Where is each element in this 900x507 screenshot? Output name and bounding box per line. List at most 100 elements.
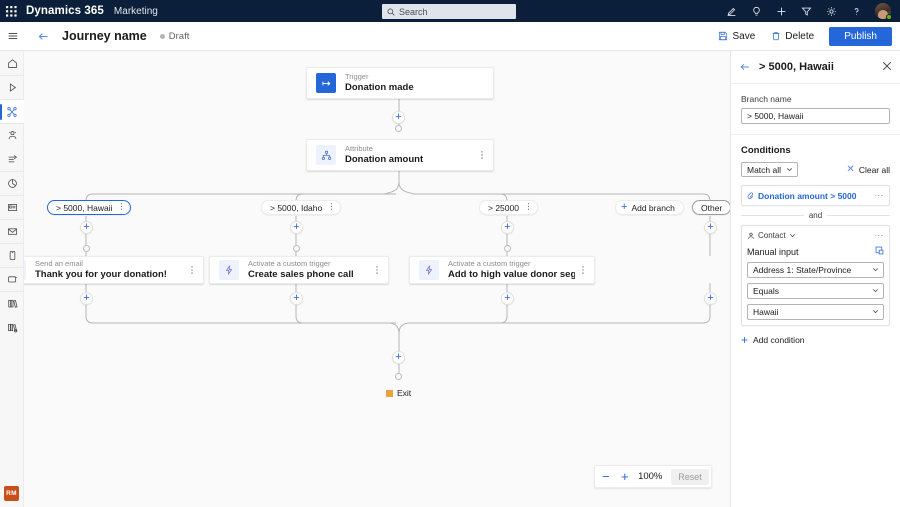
module-name[interactable]: Marketing [114, 6, 158, 17]
branch-chip-other[interactable]: Other [692, 200, 730, 215]
sidebar-item-reports[interactable] [0, 315, 24, 339]
environment-badge[interactable]: RM [4, 486, 19, 501]
sidebar-item-text-messages[interactable] [0, 243, 24, 267]
clear-all-icon: ✕ [846, 163, 855, 175]
action-card-sales-phone-call[interactable]: Activate a custom trigger Create sales p… [209, 256, 389, 284]
sidebar-item-push-notifications[interactable] [0, 267, 24, 291]
menu-icon[interactable] [0, 22, 26, 51]
branch-chip-25000-menu-icon[interactable] [524, 202, 533, 213]
add-step-before-exit-button[interactable]: + [392, 351, 405, 364]
and-line-right [827, 215, 891, 216]
action-card-send-email[interactable]: Send an email Thank you for your donatio… [24, 256, 204, 284]
add-step-other-button[interactable]: + [704, 221, 717, 234]
add-step-after-phone-call-button[interactable]: + [290, 292, 303, 305]
operator-select-value: Equals [753, 286, 779, 296]
attribute-select[interactable]: Address 1: State/Province [747, 262, 884, 278]
add-step-idaho-button[interactable]: + [290, 221, 303, 234]
publish-button[interactable]: Publish [829, 26, 892, 46]
delete-button[interactable]: Delete [764, 28, 821, 45]
action-card-sales-phone-call-menu-icon[interactable] [369, 257, 385, 283]
sidebar-item-assets[interactable] [0, 291, 24, 315]
search-icon [387, 8, 395, 16]
contact-condition-overflow-icon[interactable]: ⋯ [874, 230, 884, 241]
condition-overflow-icon[interactable]: ⋯ [874, 190, 884, 201]
action-card-sales-phone-call-title: Create sales phone call [248, 269, 354, 280]
idaho-card-input-port [293, 245, 300, 252]
branch-name-label: Branch name [741, 94, 792, 104]
condition-card-contact[interactable]: Contact ⋯ Manual input Address 1: State/… [741, 225, 890, 326]
branch-chip-25000[interactable]: > 25000 [479, 200, 538, 215]
back-icon[interactable] [30, 22, 56, 51]
help-icon[interactable] [845, 0, 868, 22]
lightbulb-icon[interactable] [745, 0, 768, 22]
panel-back-icon[interactable] [739, 61, 755, 73]
sidebar-item-analytics[interactable] [0, 171, 24, 195]
custom-trigger-icon-2 [419, 260, 439, 280]
value-select[interactable]: Hawaii [747, 304, 884, 320]
entity-selector[interactable]: Contact [747, 231, 874, 240]
clear-all-button[interactable]: ✕ Clear all [846, 163, 890, 175]
add-step-after-trigger-button[interactable]: + [392, 111, 405, 124]
operator-select[interactable]: Equals [747, 283, 884, 299]
edit-icon[interactable] [720, 0, 743, 22]
sidebar-item-run[interactable] [0, 75, 24, 99]
exit-input-port [395, 373, 402, 380]
branch-chip-hawaii[interactable]: > 5000, Hawaii [47, 200, 132, 215]
save-button[interactable]: Save [711, 28, 762, 45]
trigger-flow-icon [8, 154, 17, 162]
sidebar-item-segments[interactable] [0, 123, 24, 147]
exit-node[interactable]: Exit [386, 388, 411, 398]
add-step-25000-button[interactable]: + [501, 221, 514, 234]
mail-icon [7, 228, 17, 235]
plus-icon[interactable] [770, 0, 793, 22]
attribute-pill-icon [747, 192, 754, 199]
trigger-node[interactable]: Trigger Donation made [306, 67, 494, 99]
branch-name-input[interactable]: > 5000, Hawaii [741, 108, 890, 124]
add-step-after-segment-button[interactable]: + [501, 292, 514, 305]
branch-chip-idaho-menu-icon[interactable] [327, 202, 336, 213]
attribute-node-menu-icon[interactable] [474, 140, 490, 170]
add-condition-label: Add condition [753, 335, 805, 345]
sidebar-item-triggers[interactable] [0, 147, 24, 171]
close-icon[interactable] [878, 61, 892, 74]
journey-canvas[interactable]: Trigger Donation made + Attribute Donati… [24, 51, 730, 507]
email-icon [24, 260, 26, 280]
chevron-down-icon-value [872, 308, 879, 317]
status-dot-icon [159, 33, 165, 39]
page-title: Journey name [62, 29, 147, 43]
gear-icon[interactable] [820, 0, 843, 22]
product-name[interactable]: Dynamics 365 [26, 5, 104, 17]
action-card-send-email-menu-icon[interactable] [184, 257, 200, 283]
sidebar-item-forms[interactable] [0, 195, 24, 219]
zoom-out-button[interactable]: − [597, 468, 614, 485]
chevron-down-icon-entity [789, 234, 795, 238]
attribute-node[interactable]: Attribute Donation amount [306, 139, 494, 171]
search-box[interactable]: Search [382, 4, 516, 19]
action-card-donor-segment[interactable]: Activate a custom trigger Add to high va… [409, 256, 595, 284]
condition-card-donation-amount[interactable]: Donation amount > 5000 ⋯ [741, 185, 890, 206]
add-step-hawaii-button[interactable]: + [80, 221, 93, 234]
match-mode-select[interactable]: Match all [741, 162, 799, 177]
sidebar-item-home[interactable] [0, 51, 24, 75]
sidebar-item-journeys[interactable] [0, 99, 24, 123]
add-branch-button[interactable]: + Add branch [615, 200, 684, 215]
manual-input-toggle-icon[interactable] [875, 246, 884, 258]
branch-chip-hawaii-menu-icon[interactable] [117, 202, 126, 213]
form-icon [7, 204, 17, 211]
avatar[interactable] [870, 0, 896, 22]
app-launcher-icon[interactable] [0, 0, 22, 22]
contact-icon [748, 232, 754, 239]
add-step-after-email-button[interactable]: + [80, 292, 93, 305]
action-card-donor-segment-menu-icon[interactable] [575, 257, 591, 283]
branch-chip-idaho[interactable]: > 5000, Idaho [261, 200, 342, 215]
action-card-send-email-subtitle: Send an email [35, 259, 83, 268]
exit-label-text: Exit [397, 388, 412, 398]
zoom-reset-button[interactable]: Reset [671, 468, 709, 485]
add-step-after-other-button[interactable]: + [704, 292, 717, 305]
zoom-controls: − + 100% Reset [594, 465, 712, 488]
add-condition-button[interactable]: + Add condition [741, 334, 890, 346]
sidebar-item-emails[interactable] [0, 219, 24, 243]
filter-icon[interactable] [795, 0, 818, 22]
save-icon [719, 31, 728, 41]
zoom-in-button[interactable]: + [616, 468, 633, 485]
